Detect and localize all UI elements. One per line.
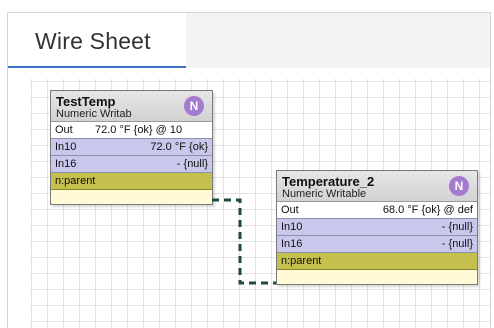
wire-path [212,198,276,285]
link-wire[interactable] [0,0,494,328]
